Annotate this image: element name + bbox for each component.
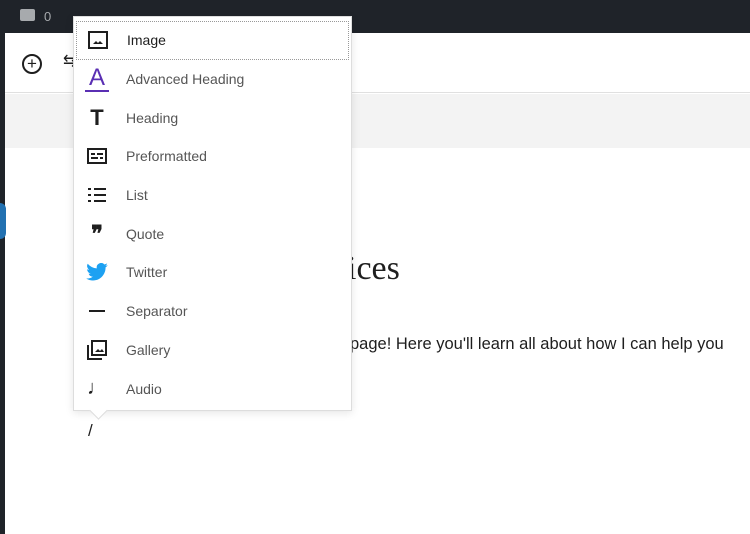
image-icon (86, 28, 110, 52)
twitter-icon (85, 260, 109, 284)
active-indicator (0, 203, 6, 239)
gallery-icon (85, 338, 109, 362)
item-label: Preformatted (126, 148, 207, 165)
inserter-item-image[interactable]: Image (76, 21, 349, 60)
separator-icon (85, 299, 109, 323)
preformatted-icon (85, 144, 109, 168)
inserter-item-advanced-heading[interactable]: A Advanced Heading (76, 60, 349, 99)
item-label: Advanced Heading (126, 71, 245, 88)
inserter-item-twitter[interactable]: Twitter (76, 253, 349, 292)
item-label: Audio (126, 380, 162, 397)
item-label: Separator (126, 303, 188, 320)
comment-icon[interactable] (20, 9, 35, 21)
item-label: List (126, 187, 148, 204)
inserter-item-audio[interactable]: ♩ Audio (76, 369, 349, 408)
inserter-item-separator[interactable]: Separator (76, 292, 349, 331)
item-label: Heading (126, 109, 179, 126)
block-inserter-popover: Image A Advanced Heading T Heading Preform… (73, 16, 352, 411)
slash-input[interactable]: / (88, 421, 93, 441)
item-label: Twitter (126, 264, 168, 281)
inserter-item-preformatted[interactable]: Preformatted (76, 137, 349, 176)
comments-count[interactable]: 0 (44, 9, 51, 24)
inserter-item-heading[interactable]: T Heading (76, 98, 349, 137)
advanced-heading-icon: A (85, 64, 109, 93)
list-icon (85, 183, 109, 207)
inserter-item-gallery[interactable]: Gallery (76, 331, 349, 370)
heading-icon: T (90, 104, 104, 130)
audio-icon: ♩ (87, 377, 107, 400)
inserter-item-quote[interactable]: ❞ Quote (76, 214, 349, 253)
item-label: Quote (126, 225, 165, 242)
paragraph-block[interactable]: es page! Here you'll learn all about how… (328, 335, 724, 354)
quote-icon: ❞ (91, 220, 103, 246)
inserter-item-list[interactable]: List (76, 176, 349, 215)
item-label: Image (127, 32, 166, 49)
add-block-button[interactable]: + (22, 54, 42, 74)
item-label: Gallery (126, 341, 171, 358)
